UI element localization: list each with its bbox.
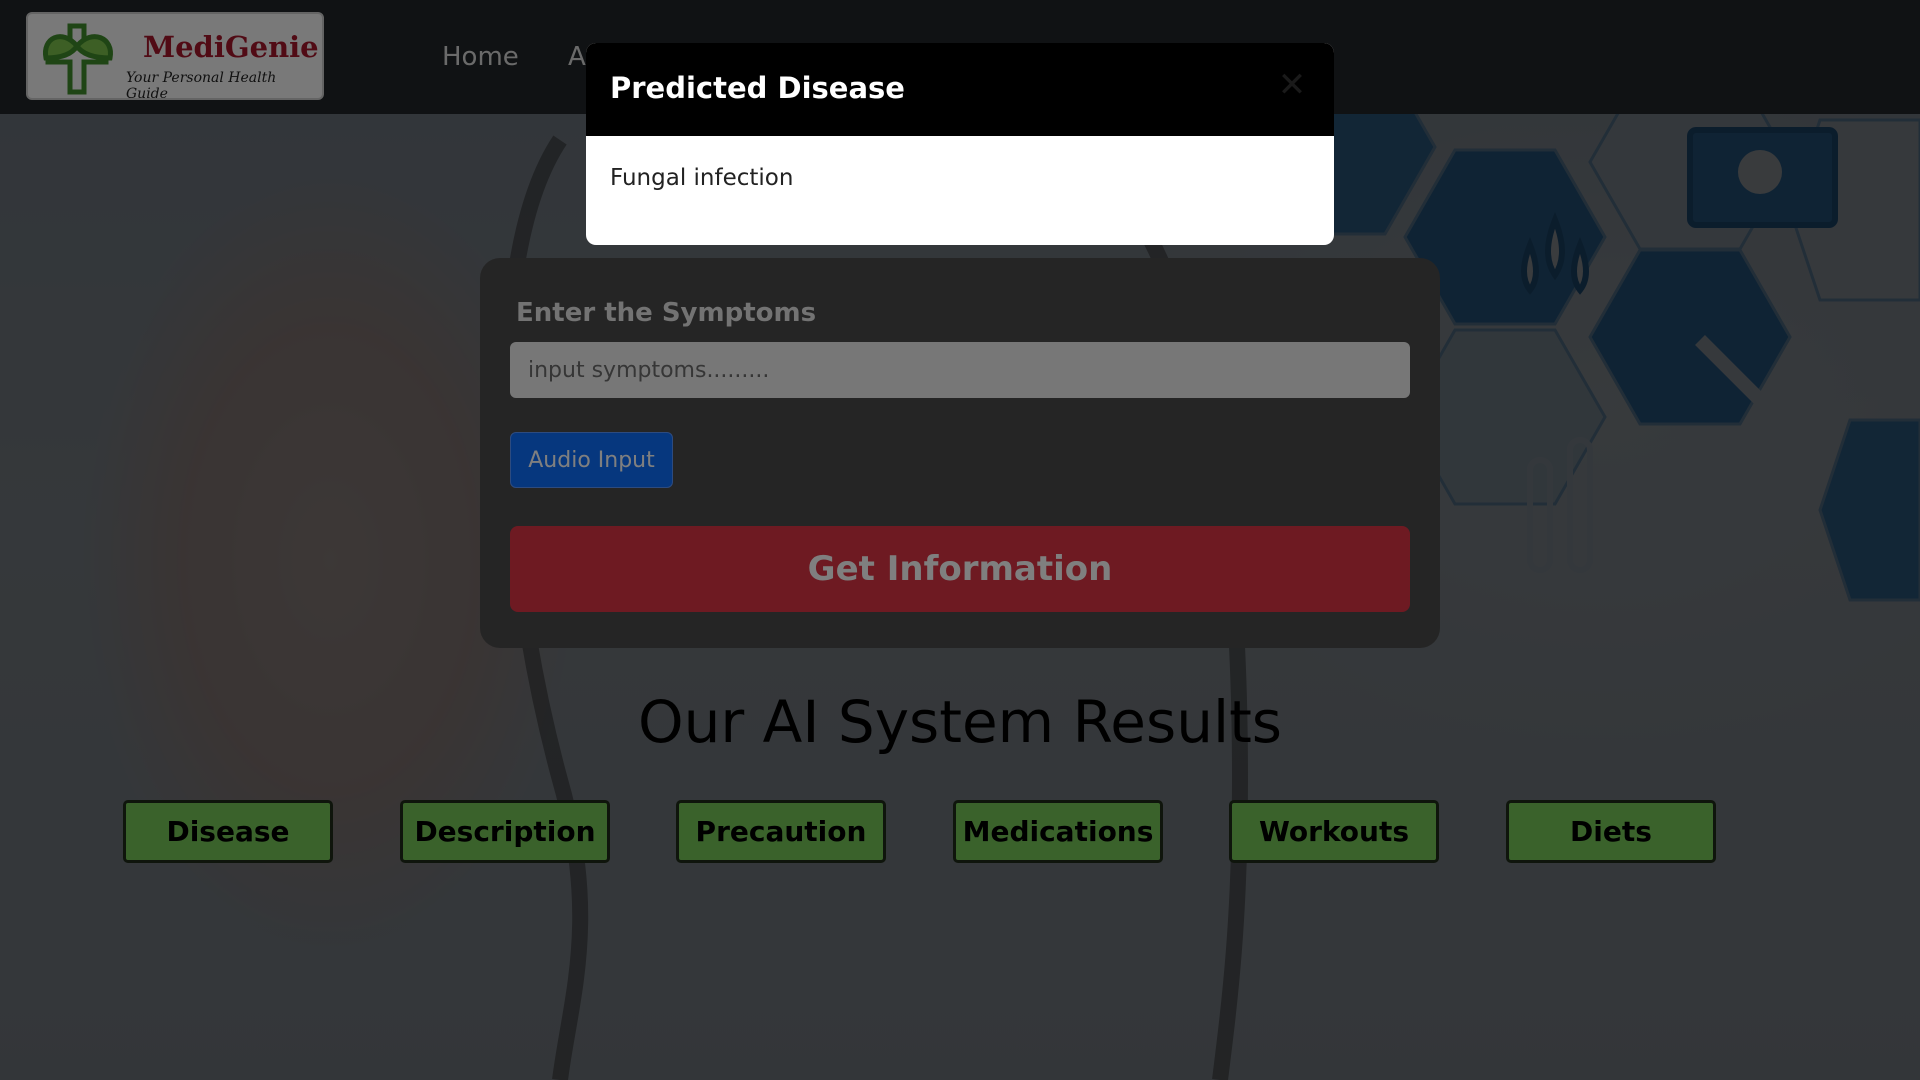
modal-title: Predicted Disease xyxy=(610,71,905,105)
predicted-disease-text: Fungal infection xyxy=(610,165,794,191)
modal-header: Predicted Disease ✕ xyxy=(586,43,1334,136)
close-icon[interactable]: ✕ xyxy=(1274,67,1310,103)
predicted-disease-modal: Predicted Disease ✕ Fungal infection xyxy=(586,43,1334,245)
